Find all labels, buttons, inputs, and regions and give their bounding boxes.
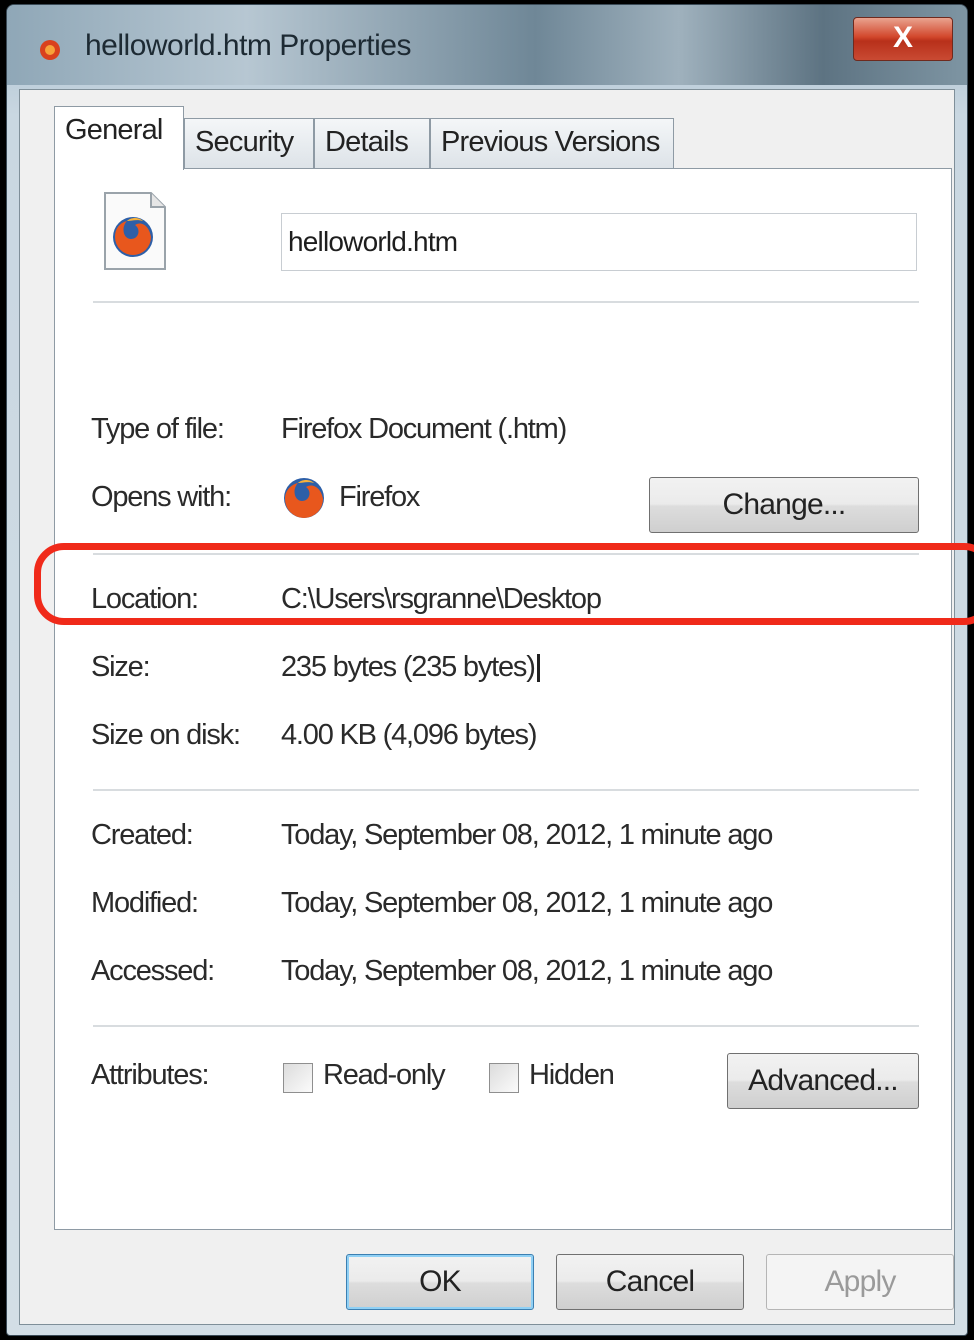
change-button[interactable]: Change... [649, 477, 919, 533]
opens-with-value: Firefox [339, 481, 420, 513]
separator [93, 1025, 919, 1028]
type-of-file-value: Firefox Document (.htm) [281, 413, 567, 445]
accessed-value: Today, September 08, 2012, 1 minute ago [281, 955, 773, 987]
close-button[interactable]: X [853, 17, 953, 61]
apply-button[interactable]: Apply [766, 1254, 954, 1310]
size-on-disk-value: 4.00 KB (4,096 bytes) [281, 719, 538, 751]
text-cursor [536, 654, 540, 683]
separator [93, 301, 919, 304]
tab-general[interactable]: General [54, 106, 184, 170]
filename-input[interactable] [281, 213, 917, 271]
created-label: Created: [91, 819, 194, 851]
size-label: Size: [91, 651, 151, 683]
readonly-checkbox[interactable] [283, 1063, 313, 1093]
tab-security[interactable]: Security [184, 118, 314, 168]
advanced-button[interactable]: Advanced... [727, 1053, 919, 1109]
firefox-document-icon [40, 40, 60, 60]
modified-value: Today, September 08, 2012, 1 minute ago [281, 887, 773, 919]
window-title: helloworld.htm Properties [85, 29, 411, 62]
general-tab-panel: Type of file: Firefox Document (.htm) Op… [54, 168, 952, 1230]
hidden-label[interactable]: Hidden [529, 1059, 615, 1092]
hidden-checkbox[interactable] [489, 1063, 519, 1093]
size-on-disk-label: Size on disk: [91, 719, 241, 751]
size-value: 235 bytes (235 bytes) [281, 651, 536, 683]
type-of-file-label: Type of file: [91, 413, 225, 445]
separator [93, 789, 919, 792]
tab-previous-versions[interactable]: Previous Versions [430, 118, 674, 168]
modified-label: Modified: [91, 887, 199, 919]
tab-details[interactable]: Details [314, 118, 430, 168]
attributes-label: Attributes: [91, 1059, 210, 1091]
accessed-label: Accessed: [91, 955, 215, 987]
properties-window: helloworld.htm Properties X General Secu… [6, 4, 968, 1336]
firefox-icon [284, 478, 324, 518]
size-highlight-annotation [34, 543, 974, 625]
created-value: Today, September 08, 2012, 1 minute ago [281, 819, 773, 851]
cancel-button[interactable]: Cancel [556, 1254, 744, 1310]
opens-with-label: Opens with: [91, 481, 232, 513]
readonly-label[interactable]: Read-only [323, 1059, 446, 1092]
size-value-row[interactable]: 235 bytes (235 bytes) [281, 651, 540, 684]
dialog-client-area: General Security Details Previous Versio… [19, 89, 955, 1325]
ok-button[interactable]: OK [346, 1254, 534, 1310]
title-bar[interactable]: helloworld.htm Properties X [7, 5, 967, 85]
firefox-document-icon [104, 192, 166, 270]
